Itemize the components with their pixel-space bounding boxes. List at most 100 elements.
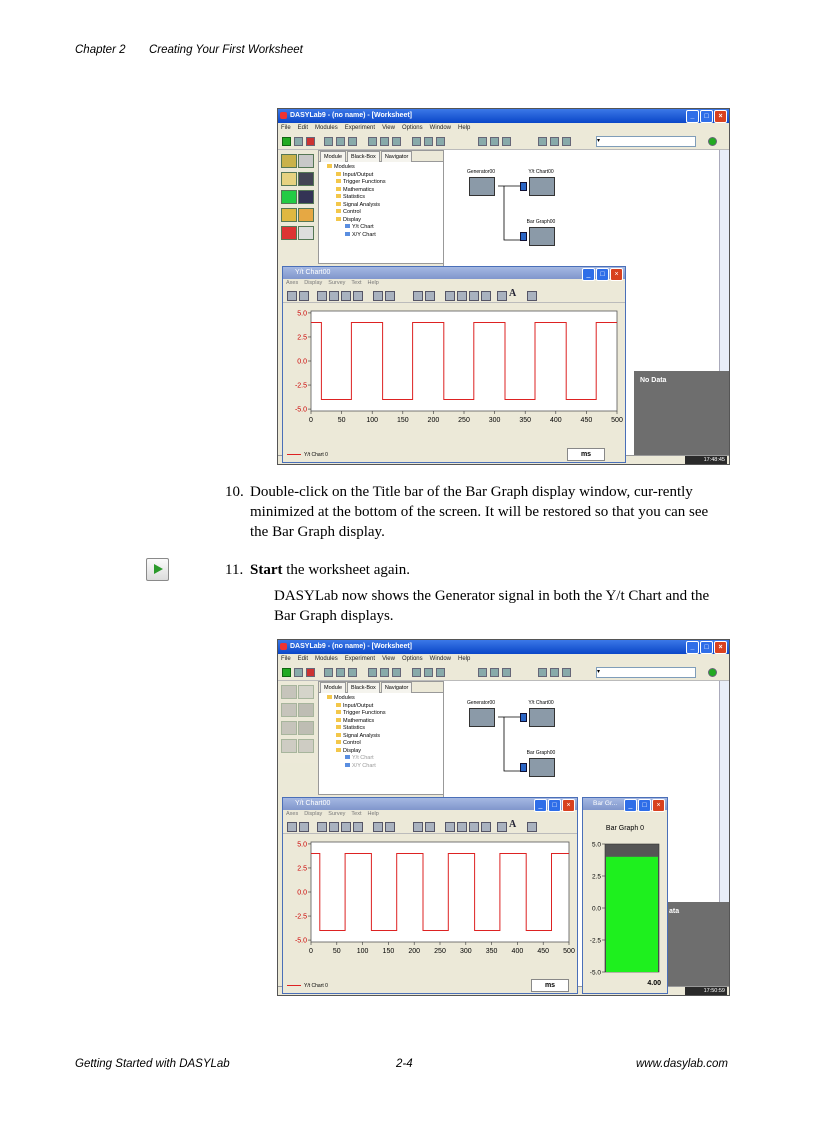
tree-item[interactable]: Signal Analysis [327,732,443,741]
menu-options[interactable]: Options [402,656,423,662]
menu-experiment[interactable]: Experiment [345,656,375,662]
signal-module-icon[interactable] [298,154,314,168]
display-module-icon[interactable] [281,190,297,204]
chart-title-bar[interactable]: Y/t Chart00 _ □ × [283,267,625,281]
menu-file[interactable]: File [281,656,291,662]
tree-item[interactable]: Display [327,216,443,225]
menu-survey[interactable]: Survey [328,280,345,286]
legend-icon[interactable] [445,291,455,301]
tree-item[interactable]: Statistics [327,194,443,202]
tab-module[interactable]: Module [320,682,347,693]
font-icon[interactable]: A [509,819,516,830]
scale-icon[interactable] [373,291,383,301]
module-combo[interactable]: ▾ [596,667,696,678]
cursor-icon[interactable] [317,822,327,832]
module-icon[interactable] [368,668,377,677]
menu-help[interactable]: Help [368,280,379,286]
maximize-icon[interactable]: □ [700,110,713,123]
arrange-icon[interactable] [502,668,511,677]
zoom-icon[interactable] [287,822,297,832]
menu-edit[interactable]: Edit [298,125,308,131]
maximize-icon[interactable]: □ [638,799,651,812]
menu-text[interactable]: Text [351,280,361,286]
tree-item[interactable]: Input/Output [327,171,443,180]
tab-black-box[interactable]: Black-Box [347,682,380,693]
tree-item[interactable]: Trigger Functions [327,710,443,718]
canvas-scrollbar[interactable] [719,150,729,400]
tile-icon[interactable] [478,137,487,146]
copy-icon[interactable] [424,668,433,677]
menu-text[interactable]: Text [351,811,361,817]
tree-item[interactable]: Display [327,747,443,756]
chart-icon[interactable] [562,137,571,146]
tree-item[interactable]: Modules [327,695,443,703]
tree-item[interactable]: Input/Output [327,702,443,711]
arrange-icon[interactable] [502,137,511,146]
new-icon[interactable] [324,668,333,677]
arrow-icon[interactable] [527,291,537,301]
menu-display[interactable]: Display [304,280,322,286]
menu-window[interactable]: Window [430,656,451,662]
copy-icon[interactable] [424,137,433,146]
tree-item[interactable]: Modules [327,164,443,172]
close-icon[interactable]: × [652,799,665,812]
menu-view[interactable]: View [382,125,395,131]
save-icon[interactable] [348,137,357,146]
menu-edit[interactable]: Edit [298,656,308,662]
freeze-icon[interactable] [481,822,491,832]
save-icon[interactable] [348,668,357,677]
display-icon[interactable] [392,668,401,677]
chart-title-bar[interactable]: Y/t Chart00 _ □ × [283,798,577,812]
minimize-icon[interactable]: _ [624,799,637,812]
tree-item[interactable]: Statistics [327,725,443,733]
scale-icon[interactable] [373,822,383,832]
pause-icon[interactable] [294,668,303,677]
cascade-icon[interactable] [490,668,499,677]
layout-icon[interactable] [538,668,547,677]
font-icon[interactable]: A [509,288,516,299]
freeze-icon[interactable] [481,291,491,301]
tree-item[interactable]: X/Y Chart [327,231,443,240]
grid-icon[interactable] [341,822,351,832]
tab-black-box[interactable]: Black-Box [347,151,380,162]
pen-icon[interactable] [497,291,507,301]
pause-icon[interactable] [294,137,303,146]
start-icon[interactable] [282,668,291,677]
axes-icon[interactable] [469,822,479,832]
tile-icon[interactable] [478,668,487,677]
hand-icon[interactable] [329,291,339,301]
tree-item[interactable]: Y/t Chart [327,224,443,232]
spectrum-module-icon[interactable] [298,208,314,222]
scope-module-icon[interactable] [298,226,314,240]
app-title-bar[interactable]: DASYLab9 - (no name) - [Worksheet] _ □ × [278,640,729,654]
pen-icon[interactable] [497,822,507,832]
menu-modules[interactable]: Modules [315,125,338,131]
grid-icon[interactable] [341,291,351,301]
menu-display[interactable]: Display [304,811,322,817]
menu-help[interactable]: Help [368,811,379,817]
axes-icon[interactable] [469,291,479,301]
cursor-icon[interactable] [317,291,327,301]
menu-survey[interactable]: Survey [328,811,345,817]
tree-item[interactable]: X/Y Chart [327,762,443,771]
maximize-icon[interactable]: □ [700,641,713,654]
tree-item[interactable]: Mathematics [327,717,443,726]
wire-icon[interactable] [380,668,389,677]
menu-help[interactable]: Help [458,125,470,131]
tree-item[interactable]: Control [327,209,443,217]
start-icon[interactable] [282,137,291,146]
tab-navigator[interactable]: Navigator [380,151,413,162]
paste-icon[interactable] [436,668,445,677]
arrow-icon[interactable] [527,822,537,832]
canvas-scrollbar[interactable] [719,681,729,931]
zoom-out-icon[interactable] [299,822,309,832]
zoom-icon[interactable] [287,291,297,301]
menu-axes[interactable]: Axes [286,280,298,286]
bar-title-bar[interactable]: Bar Gr... _ □ × [583,798,667,812]
layout-icon[interactable] [538,137,547,146]
menu-modules[interactable]: Modules [315,656,338,662]
meter-module-icon[interactable] [298,190,314,204]
switch-module-icon[interactable] [298,172,314,186]
cut-icon[interactable] [412,668,421,677]
info-icon[interactable] [708,137,717,146]
